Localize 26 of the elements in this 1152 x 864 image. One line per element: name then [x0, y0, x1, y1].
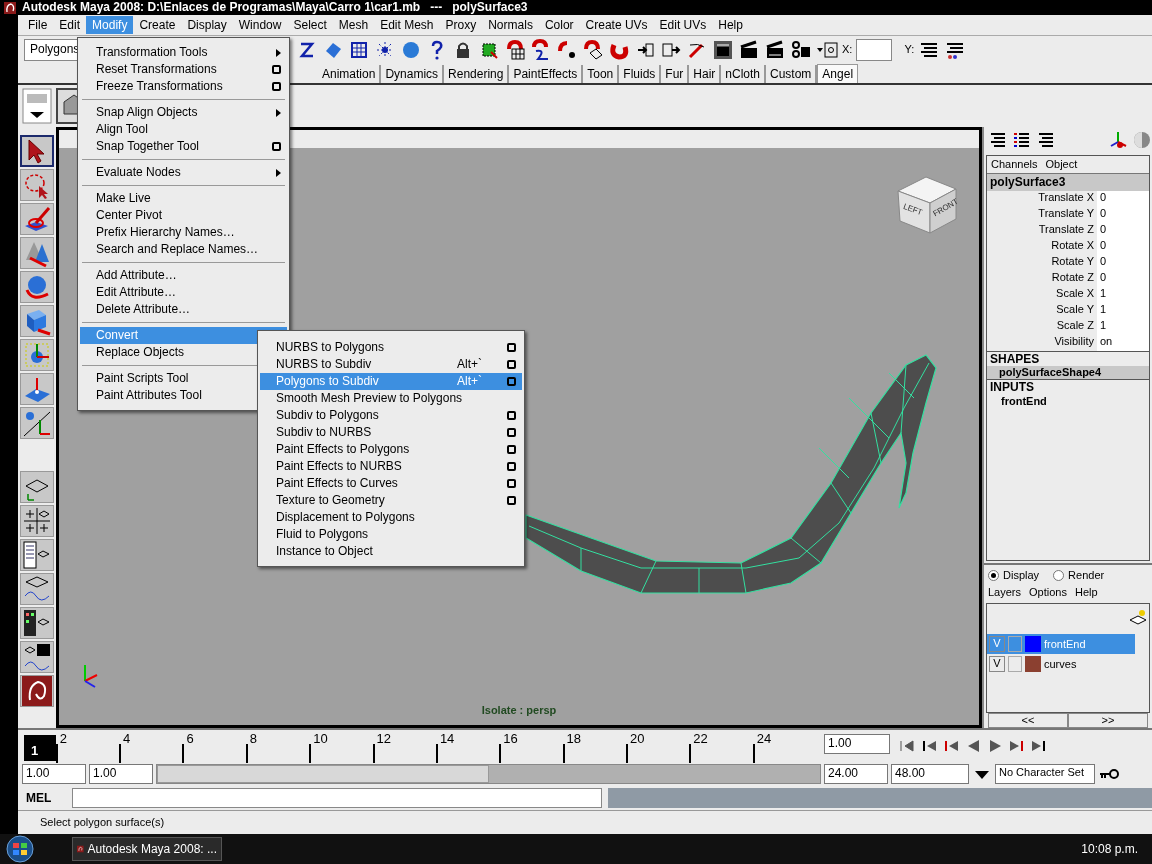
frame-label: 22	[693, 731, 708, 747]
isolate-label: Isolate : persp	[481, 703, 557, 717]
frame-label: 2	[59, 731, 67, 747]
radio-label: Render	[1068, 569, 1105, 583]
frame-label: 8	[249, 731, 258, 747]
section-heading: SHAPES	[987, 350, 1149, 366]
y-label: Y:	[904, 42, 915, 57]
radio-label: Display	[1003, 569, 1040, 583]
frame-label: 24	[756, 731, 772, 747]
x-label: X:	[842, 42, 853, 57]
window-title: Autodesk Maya 2008: D:\Enlaces de Programas\Maya\Carro 1\car1.mb --- polySurface3	[22, 0, 528, 15]
frame-label: 4	[123, 731, 131, 747]
frame-label: 14	[439, 731, 455, 747]
cube-face-label: LEFT	[901, 201, 924, 218]
frame-label: 12	[376, 731, 391, 747]
frame-label: 16	[503, 731, 518, 747]
frame-label: 20	[629, 731, 645, 747]
frame-label: 18	[566, 731, 582, 747]
current-frame: 1	[24, 735, 56, 761]
section-heading: INPUTS	[987, 379, 1149, 395]
frame-label: 10	[313, 731, 328, 747]
frame-label: 6	[186, 731, 194, 747]
layer-name: curves	[1044, 657, 1077, 671]
help-line-text: Select polygon surface(s)	[40, 815, 165, 830]
layer-name: frontEnd	[1044, 637, 1086, 651]
clock: 10:08 p.m.	[1081, 841, 1138, 857]
